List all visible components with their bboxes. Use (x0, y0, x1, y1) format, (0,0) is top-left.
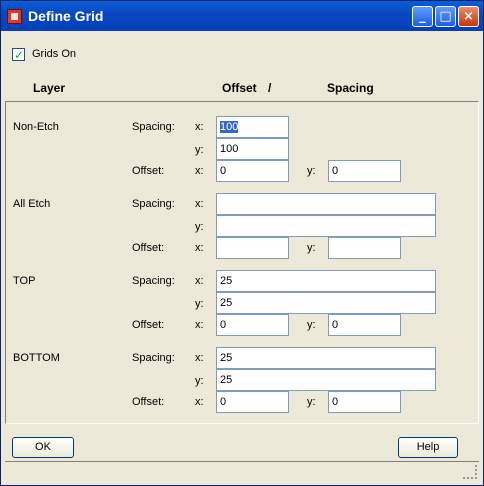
top-offset-x-input[interactable]: 0 (216, 314, 289, 336)
checkmark-icon: ✓ (14, 48, 25, 62)
x-label: x: (195, 275, 204, 287)
all-etch-offset-y-input[interactable] (328, 237, 401, 259)
spacing-label: Spacing: (132, 275, 175, 287)
bottom-spacing-y-input[interactable]: 25 (216, 369, 436, 391)
grids-on-checkbox[interactable]: ✓ (12, 48, 25, 62)
y-label: y: (195, 144, 204, 156)
spacing-header: Spacing (327, 81, 374, 95)
non-etch-offset-y-input[interactable]: 0 (328, 160, 401, 182)
offset-label: Offset: (132, 319, 165, 331)
x-label: x: (195, 242, 204, 254)
y-label: y: (307, 242, 316, 254)
x-label: x: (195, 198, 204, 210)
y-label: y: (195, 375, 204, 387)
all-etch-spacing-x-input[interactable] (216, 193, 436, 215)
define-grid-window: Define Grid _ □ × ✓ Grids On Layer Offse… (0, 0, 484, 486)
non-etch-spacing-y-input[interactable]: 100 (216, 138, 289, 160)
y-label: y: (307, 396, 316, 408)
spacing-label: Spacing: (132, 352, 175, 364)
maximize-button[interactable]: □ (435, 6, 456, 27)
y-label: y: (307, 319, 316, 331)
offset-label: Offset: (132, 165, 165, 177)
x-label: x: (195, 319, 204, 331)
window-title: Define Grid (28, 8, 104, 24)
layer-name-all-etch: All Etch (13, 198, 51, 210)
non-etch-spacing-x-input[interactable]: 100 (216, 116, 289, 138)
bottom-offset-x-input[interactable]: 0 (216, 391, 289, 413)
all-etch-spacing-y-input[interactable] (216, 215, 436, 237)
slash-separator: / (268, 81, 272, 95)
bottom-offset-y-input[interactable]: 0 (328, 391, 401, 413)
bottom-spacing-x-input[interactable]: 25 (216, 347, 436, 369)
status-bar (5, 461, 479, 481)
top-spacing-x-input[interactable]: 25 (216, 270, 436, 292)
offset-label: Offset: (132, 242, 165, 254)
help-button[interactable]: Help (398, 437, 458, 458)
layer-name-bottom: BOTTOM (13, 352, 60, 364)
offset-label: Offset: (132, 396, 165, 408)
resize-grip-icon[interactable] (463, 465, 477, 479)
close-button[interactable]: × (458, 6, 479, 27)
offset-header: Offset (222, 81, 257, 95)
x-label: x: (195, 165, 204, 177)
grids-on-label: Grids On (32, 48, 77, 60)
minimize-button[interactable]: _ (412, 6, 433, 27)
title-bar[interactable]: Define Grid _ □ × (1, 1, 483, 31)
layer-header: Layer (33, 81, 66, 95)
layer-name-top: TOP (13, 275, 36, 287)
ok-button[interactable]: OK (12, 437, 74, 458)
x-label: x: (195, 121, 204, 133)
all-etch-offset-x-input[interactable] (216, 237, 289, 259)
y-label: y: (307, 165, 316, 177)
spacing-label: Spacing: (132, 198, 175, 210)
x-label: x: (195, 396, 204, 408)
y-label: y: (195, 221, 204, 233)
top-spacing-y-input[interactable]: 25 (216, 292, 436, 314)
layer-name-non-etch: Non-Etch (13, 121, 59, 133)
x-label: x: (195, 352, 204, 364)
spacing-label: Spacing: (132, 121, 175, 133)
app-icon (7, 9, 22, 24)
non-etch-offset-x-input[interactable]: 0 (216, 160, 289, 182)
top-offset-y-input[interactable]: 0 (328, 314, 401, 336)
y-label: y: (195, 298, 204, 310)
